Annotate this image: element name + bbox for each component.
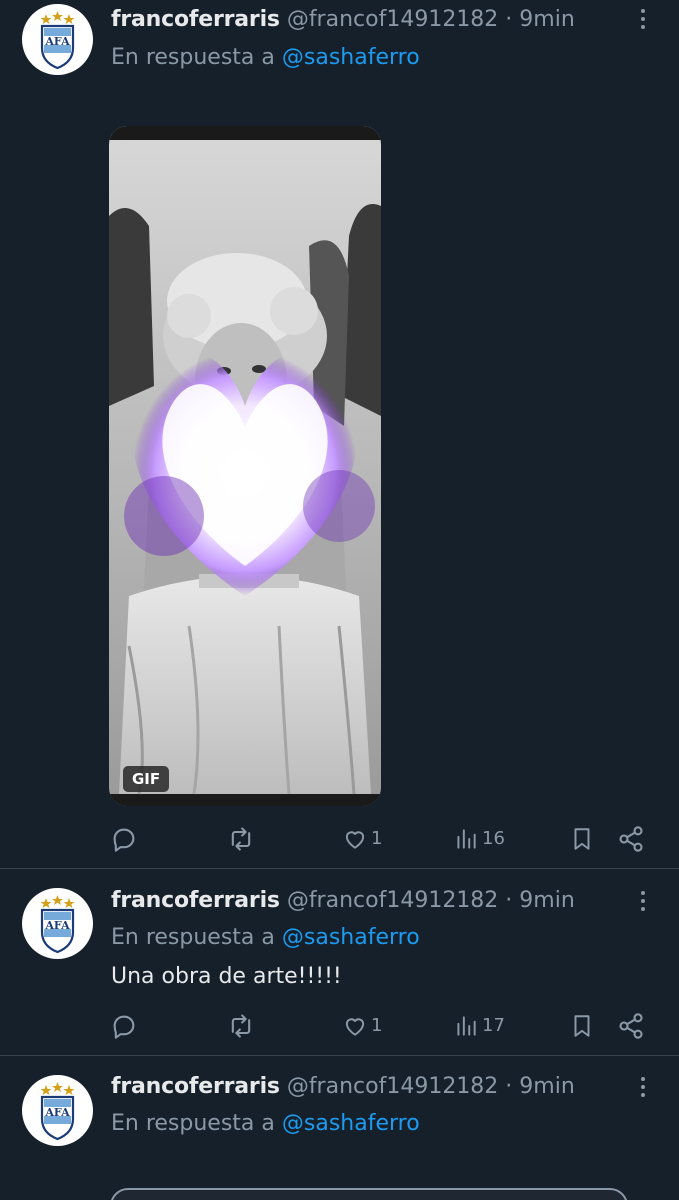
handle-and-time[interactable]: @francof14912182 · 9min <box>287 7 575 32</box>
handle-and-time[interactable]: @francof14912182 · 9min <box>287 1074 575 1099</box>
gif-media[interactable]: GIF <box>109 126 381 806</box>
afa-crest-image: AFA <box>40 1082 75 1141</box>
reply-icon <box>113 1015 135 1039</box>
reply-icon <box>113 828 135 852</box>
reply-context: En respuesta a @sashaferro <box>111 921 420 955</box>
bookmark-icon <box>574 1015 590 1037</box>
share-button[interactable] <box>617 1006 645 1046</box>
reply-context: En respuesta a @sashaferro <box>111 1107 420 1141</box>
reply-handle-link[interactable]: @sashaferro <box>282 925 420 950</box>
retweet-icon <box>231 1014 251 1038</box>
media-preview-peek[interactable] <box>110 1188 628 1200</box>
afa-crest-image: AFA <box>40 11 75 70</box>
retweet-button[interactable] <box>227 1006 255 1046</box>
tweet-2[interactable]: AFA francoferraris @francof14912182 · 9m… <box>0 869 679 1055</box>
gif-image <box>109 126 381 806</box>
more-icon[interactable] <box>633 1071 653 1103</box>
like-button[interactable]: 1 <box>342 819 382 859</box>
gif-badge: GIF <box>123 766 170 792</box>
like-button[interactable]: 1 <box>342 1006 382 1046</box>
reply-context: En respuesta a @sashaferro <box>111 41 420 75</box>
display-name[interactable]: francoferraris <box>111 7 280 32</box>
more-icon[interactable] <box>633 3 653 35</box>
like-count: 1 <box>371 1015 383 1036</box>
reply-prefix: En respuesta a <box>111 45 275 70</box>
share-button[interactable] <box>617 819 645 859</box>
display-name[interactable]: francoferraris <box>111 888 280 913</box>
svg-text:AFA: AFA <box>44 1106 70 1119</box>
views-button[interactable]: 17 <box>453 1006 505 1046</box>
views-button[interactable]: 16 <box>453 819 505 859</box>
reply-button[interactable] <box>110 819 138 859</box>
reply-prefix: En respuesta a <box>111 925 275 950</box>
tweet-1[interactable]: AFA francoferraris @francof14912182 · 9m… <box>0 0 679 868</box>
views-count: 16 <box>482 828 505 849</box>
bookmark-button[interactable] <box>569 1006 595 1046</box>
share-icon <box>619 1013 643 1039</box>
avatar[interactable]: AFA <box>22 4 93 75</box>
like-icon <box>345 831 365 849</box>
share-icon <box>619 826 643 852</box>
tweet-actions: 1 17 <box>0 1006 679 1046</box>
retweet-icon <box>231 827 251 851</box>
tweet-3[interactable]: AFA francoferraris @francof14912182 · 9m… <box>0 1056 679 1200</box>
more-icon[interactable] <box>633 885 653 917</box>
reply-handle-link[interactable]: @sashaferro <box>282 45 420 70</box>
tweet-header: francoferraris @francof14912182 · 9min <box>111 1069 599 1105</box>
views-icon <box>457 829 476 849</box>
like-icon <box>345 1018 365 1036</box>
tweet-actions: 1 16 <box>0 819 679 859</box>
bookmark-icon <box>574 828 590 850</box>
bookmark-button[interactable] <box>569 819 595 859</box>
views-count: 17 <box>482 1015 505 1036</box>
tweet-header: francoferraris @francof14912182 · 9min <box>111 883 599 919</box>
retweet-button[interactable] <box>227 819 255 859</box>
reply-button[interactable] <box>110 1006 138 1046</box>
avatar[interactable]: AFA <box>22 888 93 959</box>
svg-text:AFA: AFA <box>44 35 70 48</box>
tweet-text: Una obra de arte!!!!! <box>111 964 342 989</box>
svg-text:AFA: AFA <box>44 919 70 932</box>
reply-handle-link[interactable]: @sashaferro <box>282 1111 420 1136</box>
afa-crest-image: AFA <box>40 895 75 954</box>
like-count: 1 <box>371 828 383 849</box>
reply-prefix: En respuesta a <box>111 1111 275 1136</box>
display-name[interactable]: francoferraris <box>111 1074 280 1099</box>
views-icon <box>457 1016 476 1036</box>
tweet-header: francoferraris @francof14912182 · 9min <box>111 2 599 38</box>
handle-and-time[interactable]: @francof14912182 · 9min <box>287 888 575 913</box>
avatar[interactable]: AFA <box>22 1075 93 1146</box>
timeline-feed: AFA francoferraris @francof14912182 · 9m… <box>0 0 679 1200</box>
